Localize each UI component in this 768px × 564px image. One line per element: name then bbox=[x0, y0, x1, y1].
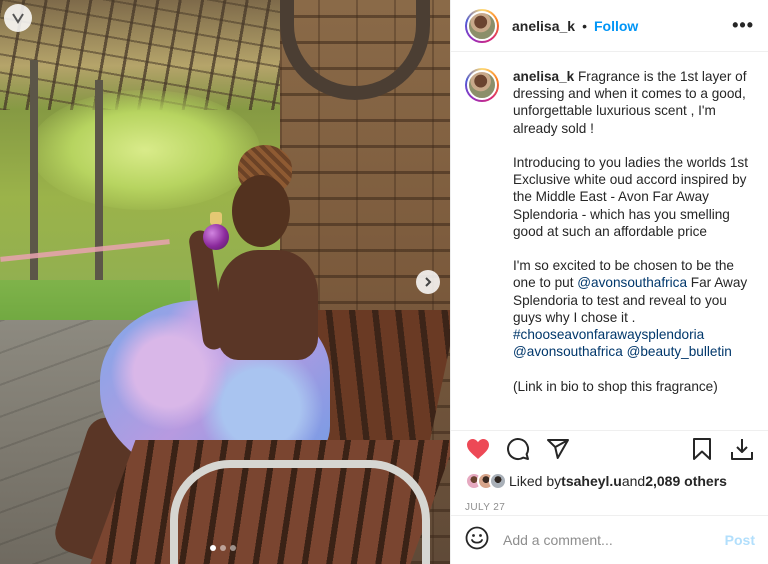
caption-avatar[interactable] bbox=[465, 68, 499, 102]
carousel-indicator bbox=[210, 545, 236, 551]
follow-button[interactable]: Follow bbox=[594, 18, 638, 34]
chevron-right-icon bbox=[425, 277, 432, 287]
download-icon bbox=[731, 438, 753, 460]
comment-input[interactable] bbox=[503, 532, 725, 548]
download-button[interactable] bbox=[729, 436, 755, 462]
action-bar bbox=[451, 430, 768, 466]
mention-link[interactable]: @avonsouthafrica bbox=[577, 275, 687, 290]
emoji-button[interactable] bbox=[465, 526, 489, 555]
more-icon: ••• bbox=[732, 15, 754, 35]
post-details-panel: anelisa_k • Follow ••• anelisa_k Fragran… bbox=[450, 0, 768, 564]
pergola-pillar bbox=[95, 80, 103, 310]
likes-prefix: Liked by bbox=[509, 473, 562, 489]
carousel-dot bbox=[230, 545, 236, 551]
share-icon bbox=[547, 438, 569, 459]
mention-link[interactable]: @avonsouthafrica bbox=[513, 344, 623, 359]
author-username[interactable]: anelisa_k bbox=[512, 18, 575, 34]
avatar[interactable] bbox=[465, 8, 499, 43]
perfume-bottle bbox=[203, 224, 229, 250]
comment-button[interactable] bbox=[505, 436, 531, 462]
post-date[interactable]: JULY 27 bbox=[465, 502, 505, 513]
sunlit-foliage bbox=[30, 90, 260, 210]
mention-link[interactable]: @beauty_bulletin bbox=[627, 344, 732, 359]
hashtag-link[interactable]: #chooseavonfarawaysplendoria bbox=[513, 327, 704, 342]
bench-ironwork bbox=[170, 460, 430, 564]
like-button[interactable] bbox=[465, 436, 491, 462]
liker-username[interactable]: tsaheyl.u bbox=[561, 473, 622, 489]
likes-middle: and bbox=[621, 473, 646, 489]
caption-section: anelisa_k Fragrance is the 1st layer of … bbox=[451, 52, 768, 422]
caption: anelisa_k Fragrance is the 1st layer of … bbox=[513, 68, 754, 422]
caption-paragraph-4: (Link in bio to shop this fragrance) bbox=[513, 378, 718, 394]
post-header: anelisa_k • Follow ••• bbox=[451, 0, 768, 52]
emoji-icon bbox=[465, 526, 489, 549]
bookmark-icon bbox=[693, 437, 711, 460]
post-comment-button[interactable]: Post bbox=[725, 532, 755, 548]
save-button[interactable] bbox=[689, 436, 715, 462]
barrier-tape bbox=[0, 239, 170, 262]
post-image[interactable] bbox=[0, 0, 450, 564]
next-slide-button[interactable] bbox=[416, 270, 440, 294]
comment-icon bbox=[507, 437, 530, 460]
comment-composer: Post bbox=[451, 515, 768, 564]
caption-paragraph-2: Introducing to you ladies the worlds 1st… bbox=[513, 155, 752, 239]
carousel-dot bbox=[210, 545, 216, 551]
heart-icon bbox=[467, 438, 489, 459]
likes-count[interactable]: 2,089 others bbox=[645, 473, 727, 489]
liker-avatars[interactable] bbox=[465, 472, 507, 490]
avatar bbox=[489, 472, 507, 490]
woman-head bbox=[232, 175, 290, 247]
carousel-dot bbox=[220, 545, 226, 551]
share-button[interactable] bbox=[545, 436, 571, 462]
woman-torso bbox=[218, 250, 318, 360]
separator-dot: • bbox=[582, 17, 587, 34]
more-options-button[interactable]: ••• bbox=[732, 15, 754, 36]
slideshow-icon bbox=[4, 4, 32, 32]
likes-summary: Liked by tsaheyl.u and 2,089 others bbox=[465, 472, 727, 490]
caption-username[interactable]: anelisa_k bbox=[513, 69, 574, 84]
